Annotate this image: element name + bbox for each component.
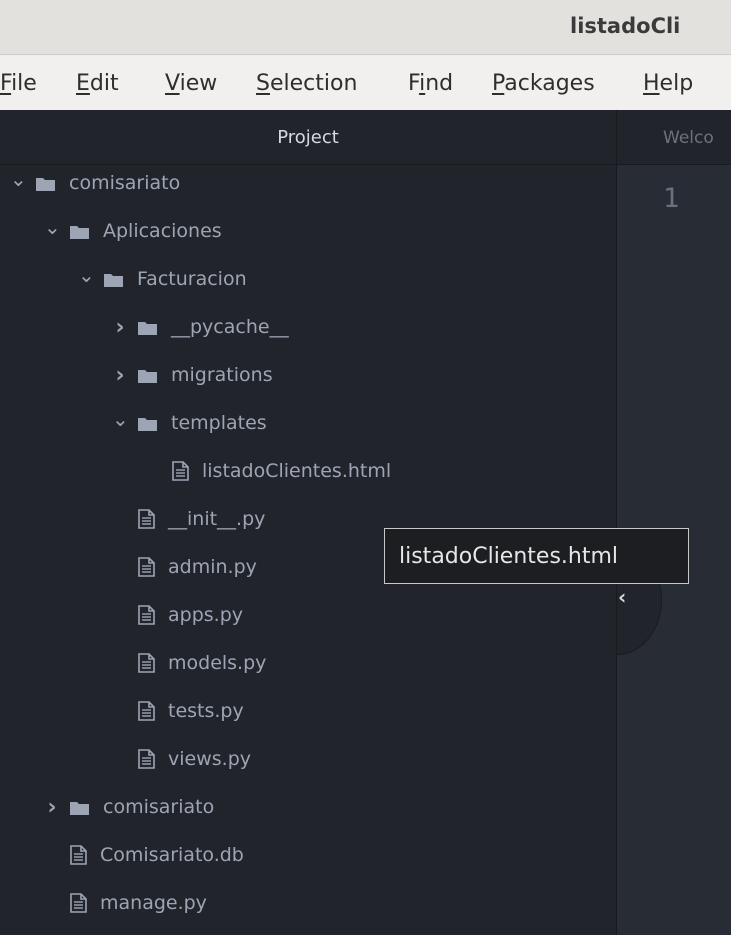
tree-folder-item[interactable]: ⌄ Aplicaciones	[44, 214, 222, 248]
tree-item-label: listadoClientes.html	[202, 460, 392, 482]
tree-item-label: Facturacion	[137, 268, 247, 290]
tree-file-item[interactable]: models.py	[138, 646, 266, 680]
folder-icon	[70, 224, 89, 239]
tooltip-text: listadoClientes.html	[399, 543, 619, 569]
tab-bar: Welco	[617, 110, 731, 165]
file-icon	[138, 557, 155, 577]
chevron-down-icon[interactable]: ⌄	[10, 167, 27, 191]
tree-view-title: Project	[277, 126, 339, 148]
tree-item-label: apps.py	[168, 604, 244, 626]
tree-item-label: models.py	[168, 652, 267, 674]
menu-find[interactable]: Find	[408, 71, 453, 96]
tree-view-header[interactable]: Project	[0, 110, 616, 165]
file-icon	[70, 845, 87, 865]
tree-file-item[interactable]: manage.py	[70, 886, 207, 920]
tree-folder-item[interactable]: › migrations	[112, 358, 273, 392]
tree-item-label: templates	[171, 412, 267, 434]
folder-icon	[70, 800, 89, 815]
editor-pane[interactable]: Welco 1	[617, 110, 731, 935]
tree-item-label: __init__.py	[168, 508, 266, 530]
menu-packages[interactable]: Packages	[492, 71, 595, 96]
chevron-left-icon: ‹	[618, 585, 627, 609]
chevron-down-icon[interactable]: ⌄	[78, 263, 95, 287]
line-number: 1	[663, 183, 680, 214]
tree-folder-item[interactable]: ⌄ templates	[112, 406, 267, 440]
window-title: listadoCli	[570, 14, 681, 38]
file-icon	[138, 605, 155, 625]
tree-folder-item[interactable]: ⌄ Facturacion	[78, 262, 247, 296]
tree-file-item[interactable]: Comisariato.db	[70, 838, 244, 872]
menu-edit[interactable]: Edit	[76, 71, 119, 96]
tab-welcome-label: Welco	[663, 127, 714, 148]
tree-view: Project ⌄ comisariato ⌄ Aplicaciones ⌄ Factur…	[0, 110, 617, 935]
tree-item-label: views.py	[168, 748, 251, 770]
chevron-down-icon[interactable]: ⌄	[112, 407, 129, 431]
tree-item-label: manage.py	[100, 892, 207, 914]
folder-icon	[104, 272, 123, 287]
file-icon	[138, 509, 155, 529]
folder-icon	[138, 320, 157, 335]
tree-folder-item[interactable]: ⌄ comisariato	[10, 166, 180, 200]
folder-icon	[138, 416, 157, 431]
file-icon	[138, 701, 155, 721]
folder-icon	[138, 368, 157, 383]
file-icon	[138, 749, 155, 769]
file-icon	[138, 653, 155, 673]
tab-welcome[interactable]: Welco	[617, 110, 731, 165]
tree-file-item[interactable]: apps.py	[138, 598, 243, 632]
tree-item-label: __pycache__	[171, 316, 289, 338]
chevron-right-icon[interactable]: ›	[112, 363, 128, 388]
tree-file-item[interactable]: listadoClientes.html	[172, 454, 391, 488]
file-icon	[172, 461, 189, 481]
chevron-right-icon[interactable]: ›	[44, 795, 60, 820]
menu-bar: File Edit View Selection Find Packages H…	[0, 55, 731, 110]
menu-file[interactable]: File	[0, 71, 37, 96]
tree-folder-item[interactable]: › __pycache__	[112, 310, 289, 344]
tree-item-label: Comisariato.db	[100, 844, 244, 866]
tree-file-item[interactable]: tests.py	[138, 694, 244, 728]
title-bar: listadoCli	[0, 0, 731, 55]
menu-view[interactable]: View	[165, 71, 217, 96]
chevron-right-icon[interactable]: ›	[112, 315, 128, 340]
tree-item-label: Aplicaciones	[103, 220, 222, 242]
tree-item-label: tests.py	[168, 700, 244, 722]
chevron-down-icon[interactable]: ⌄	[44, 215, 61, 239]
tree-folder-item[interactable]: › comisariato	[44, 790, 214, 824]
tree-item-label: comisariato	[69, 172, 181, 194]
tooltip: listadoClientes.html	[384, 528, 689, 584]
tree-file-item[interactable]: __init__.py	[138, 502, 265, 536]
tree-item-label: migrations	[171, 364, 273, 386]
tree-file-item[interactable]: admin.py	[138, 550, 257, 584]
tree-item-label: comisariato	[103, 796, 215, 818]
menu-selection[interactable]: Selection	[256, 71, 357, 96]
menu-help[interactable]: Help	[643, 71, 693, 96]
tree-file-item[interactable]: views.py	[138, 742, 251, 776]
file-icon	[70, 893, 87, 913]
folder-icon	[36, 176, 55, 191]
tree-item-label: admin.py	[168, 556, 257, 578]
